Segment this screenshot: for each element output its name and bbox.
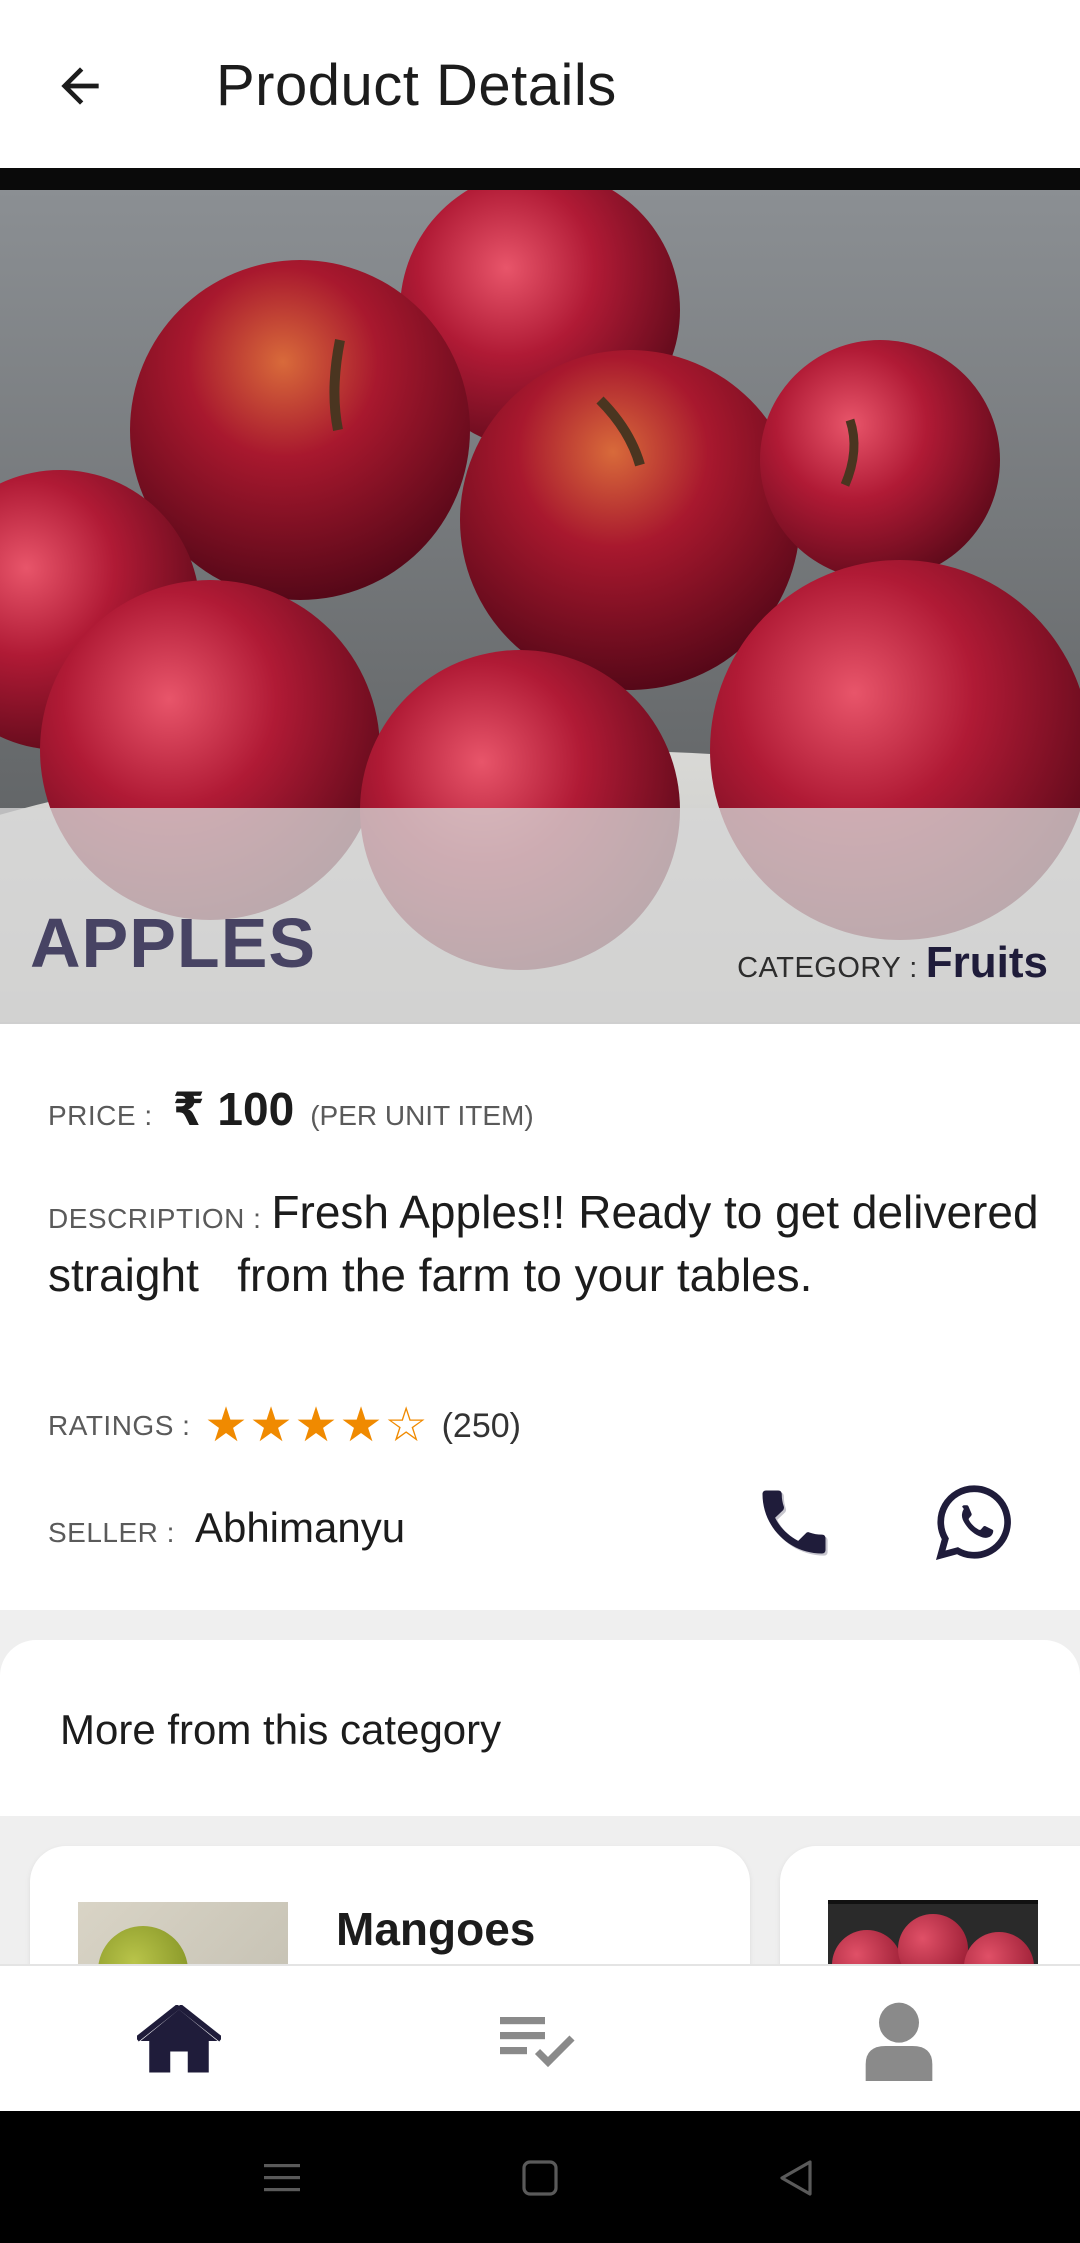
profile-icon	[865, 2002, 933, 2081]
price-value: ₹ 100	[172, 1083, 295, 1135]
ratings-label: RATINGS :	[48, 1410, 191, 1441]
nav-home[interactable]	[134, 1996, 224, 2086]
triangle-back-icon	[780, 2160, 812, 2196]
related-product-card[interactable]	[780, 1846, 1080, 1964]
arrow-left-icon	[61, 67, 99, 105]
menu-icon	[264, 2164, 300, 2192]
price-label: PRICE :	[48, 1100, 153, 1131]
price-row: PRICE : ₹ 100 (PER UNIT ITEM)	[48, 1082, 534, 1136]
orders-list-icon	[500, 2017, 575, 2068]
whatsapp-seller-button[interactable]	[932, 1480, 1016, 1564]
app-bar: Product Details	[0, 0, 1080, 168]
seller-label: SELLER :	[48, 1517, 175, 1548]
system-menu-button[interactable]	[252, 2151, 312, 2205]
nav-profile[interactable]	[854, 1996, 944, 2086]
star-empty-icon: ☆	[384, 1399, 428, 1452]
ratings-row: RATINGS : ★ ★ ★ ★ ☆ (250)	[48, 1402, 521, 1450]
more-section-title: More from this category	[60, 1706, 502, 1753]
call-seller-button[interactable]	[752, 1480, 836, 1564]
related-product-image	[828, 1900, 1038, 1964]
description-label: DESCRIPTION :	[48, 1203, 262, 1234]
nav-orders[interactable]	[494, 1996, 584, 2086]
system-navigation-bar	[0, 2111, 1080, 2243]
page-title: Product Details	[216, 53, 617, 118]
system-home-button[interactable]	[510, 2151, 570, 2205]
seller-name: Abhimanyu	[194, 1504, 406, 1551]
rating-count: (250)	[441, 1406, 521, 1445]
back-button[interactable]	[48, 54, 112, 118]
star-rating: ★ ★ ★ ★ ☆	[204, 1402, 427, 1450]
phone-icon	[762, 1490, 828, 1556]
price-unit: (PER UNIT ITEM)	[310, 1100, 534, 1131]
product-category: CATEGORY : Fruits	[737, 938, 1048, 988]
product-hero: APPLES CATEGORY : Fruits	[0, 168, 1080, 1024]
category-value: Fruits	[925, 938, 1048, 987]
related-product-card[interactable]: Mangoes	[30, 1846, 750, 1964]
star-filled-icon: ★	[339, 1399, 383, 1452]
star-filled-icon: ★	[294, 1399, 338, 1452]
whatsapp-icon	[935, 1485, 1011, 1560]
system-back-button[interactable]	[766, 2151, 826, 2205]
description-row: DESCRIPTION : Fresh Apples!! Ready to get…	[48, 1184, 1048, 1304]
related-product-title: Mangoes	[336, 1903, 536, 1955]
home-icon	[137, 2005, 221, 2073]
related-products-carousel[interactable]: Mangoes	[0, 1816, 1080, 1964]
product-name: APPLES	[30, 904, 317, 982]
star-filled-icon: ★	[249, 1399, 293, 1452]
product-details: PRICE : ₹ 100 (PER UNIT ITEM) DESCRIPTIO…	[0, 1024, 1080, 1610]
category-label: CATEGORY :	[737, 952, 918, 984]
hero-top-band	[0, 168, 1080, 190]
square-icon	[522, 2160, 558, 2196]
seller-row: SELLER : Abhimanyu	[48, 1504, 405, 1552]
related-product-image	[78, 1902, 288, 1964]
bottom-navigation	[0, 1964, 1080, 2111]
star-filled-icon: ★	[204, 1399, 248, 1452]
